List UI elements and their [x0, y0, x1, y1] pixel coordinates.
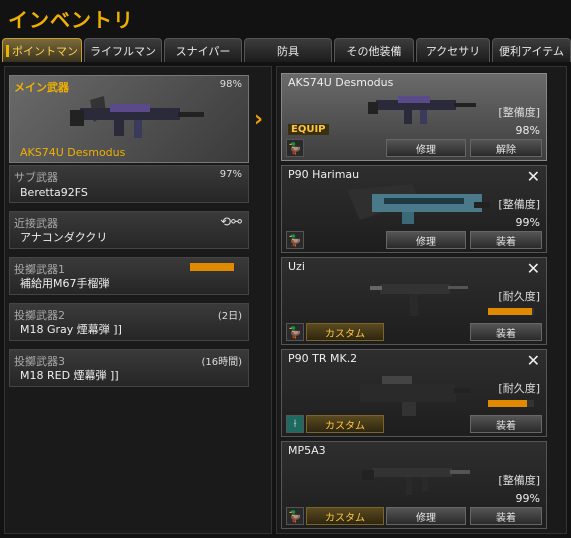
main-weapon-name: AKS74U Desmodus — [20, 146, 126, 159]
item-title: MP5A3 — [288, 444, 326, 457]
throw-weapon-2-time: (2日) — [217, 311, 242, 322]
throw-weapon-3-time: (16時間) — [201, 357, 242, 368]
item-status-label: [整備度] — [498, 106, 540, 119]
sub-weapon-slot[interactable]: サブ武器 97% Beretta92FS — [9, 165, 249, 203]
tab-sniper[interactable]: スナイパー — [164, 38, 242, 62]
p90-tr-gun-icon — [360, 376, 470, 416]
close-icon[interactable]: ✕ — [527, 167, 540, 186]
sub-weapon-label: サブ武器 — [14, 171, 58, 184]
throw-weapon-2-slot[interactable]: 投擲武器2 (2日) M18 Gray 煙幕弾 ]] — [9, 303, 249, 341]
duck-icon[interactable]: 🦆 — [286, 323, 304, 341]
tab-armor[interactable]: 防具 — [244, 38, 332, 62]
p90-harimau-gun-icon — [347, 184, 490, 224]
equip-badge: EQUIP — [288, 124, 329, 135]
item-card[interactable]: P90 Harimau ✕ [整備度] 99% 🦆 修理 装着 — [281, 165, 547, 253]
loadout-panel: メイン武器 98% AKS74U Desmodus › サブ武器 97% Ber… — [4, 66, 272, 534]
duck-icon[interactable]: 🦆 — [286, 139, 304, 157]
item-pct: 99% — [515, 492, 540, 505]
tab-utility-items[interactable]: 便利アイテム — [492, 38, 571, 62]
throw-weapon-1-bar — [190, 263, 234, 271]
window-title: インベントリ — [8, 8, 134, 32]
grid-icon[interactable]: ⟊ — [286, 415, 304, 433]
category-tabs: ポイントマン ライフルマン スナイパー 防具 その他装備 アクセサリ 便利アイテ… — [2, 38, 571, 62]
repair-button[interactable]: 修理 — [386, 139, 466, 157]
main-weapon-label: メイン武器 — [14, 81, 69, 94]
mp5-gun-icon — [362, 468, 470, 495]
repair-button[interactable]: 修理 — [386, 231, 466, 249]
sub-weapon-name: Beretta92FS — [20, 186, 88, 199]
melee-weapon-name: アナコンダククリ — [20, 231, 108, 244]
close-icon[interactable]: ✕ — [527, 351, 540, 370]
durability-bar — [488, 308, 534, 315]
durability-bar — [488, 400, 534, 407]
equip-button[interactable]: 装着 — [470, 231, 542, 249]
item-pct: 98% — [515, 124, 540, 137]
close-icon[interactable]: ✕ — [527, 259, 540, 278]
item-status-label: [耐久度] — [498, 290, 540, 303]
throw-weapon-2-name: M18 Gray 煙幕弾 ]] — [20, 323, 122, 336]
melee-weapon-slot[interactable]: 近接武器 ⟲⚯ アナコンダククリ — [9, 211, 249, 249]
item-card[interactable]: MP5A3 [整備度] 99% 🦆 カスタム 修理 装着 — [281, 441, 547, 529]
chevron-right-icon: › — [254, 107, 264, 132]
duck-icon[interactable]: 🦆 — [286, 231, 304, 249]
durability-bar-fill — [488, 400, 528, 407]
equip-button[interactable]: 装着 — [470, 415, 542, 433]
uzi-gun-icon — [370, 284, 468, 316]
item-status-label: [整備度] — [498, 474, 540, 487]
aks74u-gun-icon — [70, 96, 204, 138]
aks74u-gun-icon — [368, 96, 476, 124]
tab-other-gear[interactable]: その他装備 — [334, 38, 414, 62]
custom-button[interactable]: カスタム — [306, 415, 384, 433]
item-pct: 99% — [515, 216, 540, 229]
throw-weapon-3-name: M18 RED 煙幕弾 ]] — [20, 369, 119, 382]
equip-button[interactable]: 装着 — [470, 323, 542, 341]
unequip-button[interactable]: 解除 — [470, 139, 542, 157]
item-title: P90 TR MK.2 — [288, 352, 358, 365]
swap-icon[interactable]: ⟲⚯ — [220, 215, 242, 230]
repair-button[interactable]: 修理 — [386, 507, 466, 525]
item-title: Uzi — [288, 260, 305, 273]
item-card[interactable]: Uzi ✕ [耐久度] 🦆 カスタム 装着 — [281, 257, 547, 345]
tab-rifleman[interactable]: ライフルマン — [84, 38, 162, 62]
equip-button[interactable]: 装着 — [470, 507, 542, 525]
tab-accessory[interactable]: アクセサリ — [416, 38, 490, 62]
main-weapon-pct: 98% — [219, 79, 242, 90]
custom-button[interactable]: カスタム — [306, 507, 384, 525]
sub-weapon-pct: 97% — [219, 169, 242, 180]
tab-pointman[interactable]: ポイントマン — [2, 38, 82, 62]
throw-weapon-3-slot[interactable]: 投擲武器3 (16時間) M18 RED 煙幕弾 ]] — [9, 349, 249, 387]
throw-weapon-1-slot[interactable]: 投擲武器1 補給用M67手榴弾 — [9, 257, 249, 295]
custom-button[interactable]: カスタム — [306, 323, 384, 341]
throw-weapon-1-bar-fill — [190, 263, 234, 271]
duck-icon[interactable]: 🦆 — [286, 507, 304, 525]
item-card[interactable]: P90 TR MK.2 ✕ [耐久度] ⟊ カスタム 装着 — [281, 349, 547, 437]
main-weapon-slot[interactable]: メイン武器 98% AKS74U Desmodus — [9, 75, 249, 163]
item-card[interactable]: AKS74U Desmodus EQUIP [整備度] 98% 🦆 修理 解除 — [281, 73, 547, 161]
item-list-panel: AKS74U Desmodus EQUIP [整備度] 98% 🦆 修理 解除 … — [276, 66, 567, 534]
throw-weapon-1-name: 補給用M67手榴弾 — [20, 277, 110, 290]
item-status-label: [整備度] — [498, 198, 540, 211]
item-status-label: [耐久度] — [498, 382, 540, 395]
durability-bar-fill — [488, 308, 532, 315]
